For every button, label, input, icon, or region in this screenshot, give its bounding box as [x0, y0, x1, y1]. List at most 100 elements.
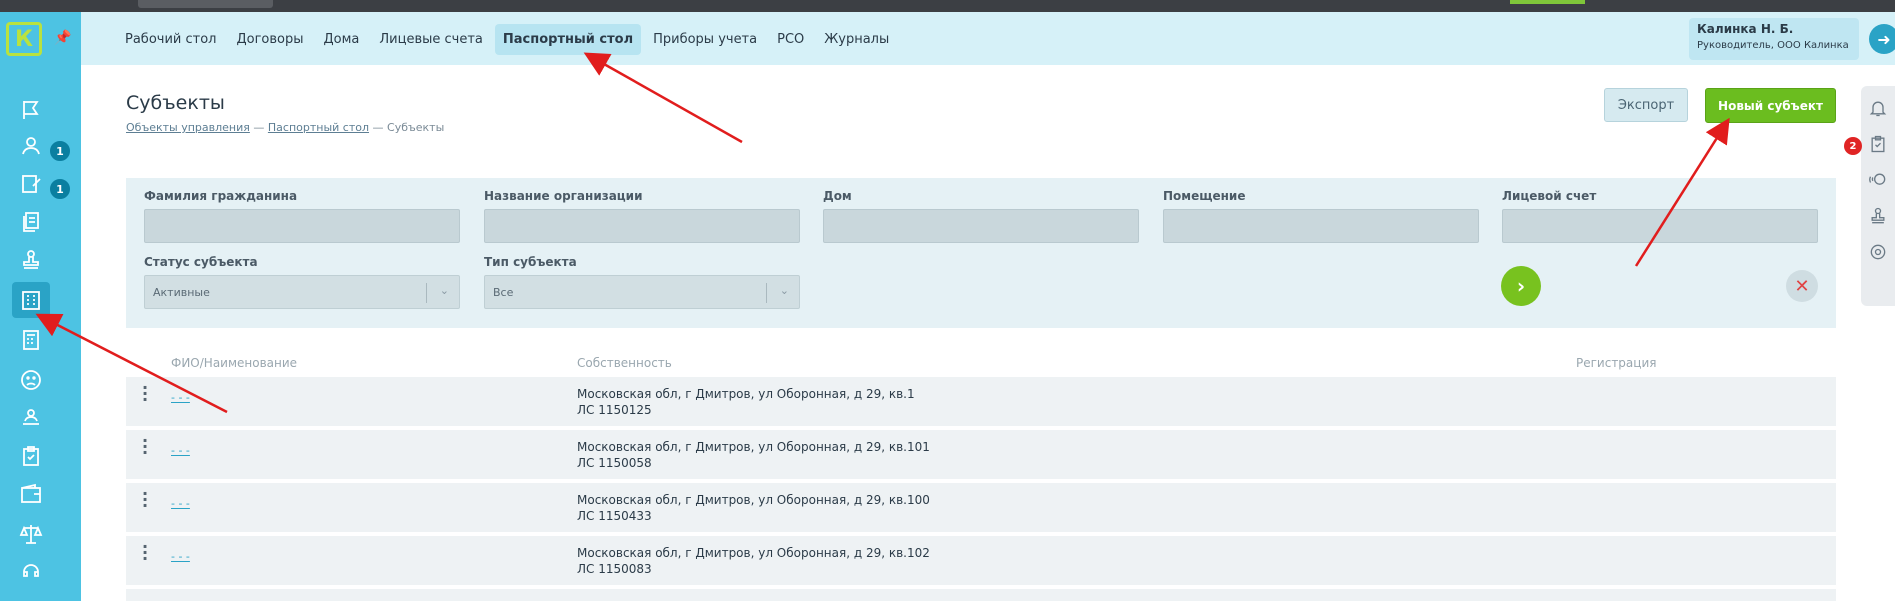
- table-row[interactable]: · · · - - - Московская обл, г Дмитров, ул …: [126, 377, 1836, 426]
- tasks-count-badge: 2: [1844, 137, 1862, 155]
- app-logo[interactable]: К: [6, 22, 42, 56]
- account-line: ЛС 1150125: [577, 403, 652, 417]
- edit-document-icon[interactable]: [12, 166, 50, 202]
- property-address: Московская обл, г Дмитров, ул Оборонная,…: [577, 492, 930, 524]
- chevron-down-icon[interactable]: ⌄: [780, 284, 789, 297]
- users-icon[interactable]: [12, 128, 50, 164]
- clear-filter-button[interactable]: ✕: [1786, 270, 1818, 302]
- new-subject-button[interactable]: Новый субъект: [1705, 88, 1836, 123]
- header-name[interactable]: ФИО/Наименование: [171, 356, 297, 370]
- row-menu-icon[interactable]: · · ·: [142, 539, 148, 567]
- table-row[interactable]: [126, 589, 1836, 601]
- user-role: Руководитель, ООО Калинка: [1697, 40, 1849, 51]
- house-label: Дом: [823, 189, 852, 203]
- page-title: Субъекты: [126, 92, 225, 114]
- subject-name-link[interactable]: - - -: [171, 497, 190, 510]
- chevron-down-icon[interactable]: ⌄: [440, 284, 449, 297]
- people-board-icon[interactable]: [12, 400, 50, 436]
- chevron-right-icon: ›: [1516, 274, 1526, 298]
- export-button[interactable]: Экспорт: [1604, 88, 1688, 122]
- account-line: ЛС 1150058: [577, 456, 652, 470]
- address-line: Московская обл, г Дмитров, ул Оборонная,…: [577, 493, 930, 507]
- annotation-arrow-nav: [583, 52, 743, 144]
- gear-icon[interactable]: [1868, 242, 1888, 262]
- property-address: Московская обл, г Дмитров, ул Оборонная,…: [577, 439, 930, 471]
- account-line: ЛС 1150083: [577, 562, 652, 576]
- user-name: Калинка Н. Б.: [1697, 22, 1794, 36]
- nav-rso[interactable]: РСО: [769, 24, 812, 55]
- address-line: Московская обл, г Дмитров, ул Оборонная,…: [577, 387, 915, 401]
- stamp-icon[interactable]: [12, 242, 50, 278]
- scales-icon[interactable]: [12, 516, 50, 552]
- breadcrumb-passport-office[interactable]: Паспортный стол: [268, 121, 369, 134]
- nav-desktop[interactable]: Рабочий стол: [117, 24, 224, 55]
- bell-icon[interactable]: [1868, 98, 1888, 118]
- address-line: Московская обл, г Дмитров, ул Оборонная,…: [577, 440, 930, 454]
- nav-meters[interactable]: Приборы учета: [645, 24, 765, 55]
- close-icon: ✕: [1794, 275, 1810, 297]
- subject-name-link[interactable]: - - -: [171, 391, 190, 404]
- users-count-badge: 1: [48, 139, 72, 163]
- subject-name-link[interactable]: - - -: [171, 550, 190, 563]
- breadcrumb-management-objects[interactable]: Объекты управления: [126, 121, 250, 134]
- table-row[interactable]: · · · - - - Московская обл, г Дмитров, ул …: [126, 536, 1836, 585]
- breadcrumb-separator: —: [253, 121, 265, 134]
- wallet-icon[interactable]: [12, 476, 50, 512]
- header-registration[interactable]: Регистрация: [1576, 356, 1656, 370]
- nav-journals[interactable]: Журналы: [816, 24, 897, 55]
- status-select[interactable]: Активные ⌄: [144, 275, 460, 309]
- phone-icon[interactable]: [12, 554, 50, 590]
- breadcrumb-subjects: Субъекты: [387, 121, 445, 134]
- surname-label: Фамилия гражданина: [144, 189, 298, 203]
- property-address: Московская обл, г Дмитров, ул Оборонная,…: [577, 545, 930, 577]
- room-label: Помещение: [1163, 189, 1246, 203]
- table-row[interactable]: · · · - - - Московская обл, г Дмитров, ул …: [126, 430, 1836, 479]
- nav-houses[interactable]: Дома: [316, 24, 368, 55]
- surname-input[interactable]: [144, 209, 460, 243]
- sidebar: К 📌 1 1: [0, 12, 81, 601]
- select-divider: [426, 283, 427, 303]
- nav-passport-office[interactable]: Паспортный стол: [494, 24, 642, 55]
- browser-tab[interactable]: [138, 0, 273, 8]
- browser-indicator: [1510, 0, 1585, 4]
- type-select[interactable]: Все ⌄: [484, 275, 800, 309]
- pin-icon[interactable]: 📌: [54, 30, 71, 46]
- documents-icon[interactable]: [12, 204, 50, 240]
- sad-face-icon[interactable]: [12, 362, 50, 398]
- house-input[interactable]: [823, 209, 1139, 243]
- apply-filter-button[interactable]: ›: [1501, 266, 1541, 306]
- status-select-value: Активные: [153, 285, 210, 299]
- clipboard-check-icon[interactable]: [12, 438, 50, 474]
- browser-top-strip: [0, 0, 1895, 12]
- clipboard-icon[interactable]: [1868, 134, 1888, 154]
- account-input[interactable]: [1502, 209, 1818, 243]
- subject-name-link[interactable]: - - -: [171, 444, 190, 457]
- org-label: Название организации: [484, 189, 643, 203]
- stamp-icon[interactable]: [1868, 206, 1888, 226]
- address-line: Московская обл, г Дмитров, ул Оборонная,…: [577, 546, 930, 560]
- top-navigation: Рабочий стол Договоры Дома Лицевые счета…: [81, 12, 1895, 65]
- header-property[interactable]: Собственность: [577, 356, 672, 370]
- org-input[interactable]: [484, 209, 800, 243]
- building-icon[interactable]: [12, 282, 50, 318]
- account-line: ЛС 1150433: [577, 509, 652, 523]
- row-menu-icon[interactable]: · · ·: [142, 433, 148, 461]
- select-divider: [766, 283, 767, 303]
- row-menu-icon[interactable]: · · ·: [142, 486, 148, 514]
- row-menu-icon[interactable]: · · ·: [142, 380, 148, 408]
- nav-accounts[interactable]: Лицевые счета: [371, 24, 491, 55]
- account-label: Лицевой счет: [1502, 189, 1597, 203]
- breadcrumb: Объекты управления — Паспортный стол — С…: [126, 121, 444, 134]
- user-profile[interactable]: Калинка Н. Б. Руководитель, ООО Калинка: [1689, 18, 1859, 60]
- calculator-icon[interactable]: [12, 322, 50, 358]
- breadcrumb-separator: —: [372, 121, 384, 134]
- logout-icon[interactable]: ➜: [1869, 24, 1895, 54]
- table-row[interactable]: · · · - - - Московская обл, г Дмитров, ул …: [126, 483, 1836, 532]
- documents-count-badge: 1: [48, 177, 72, 201]
- type-label: Тип субъекта: [484, 255, 577, 269]
- support-icon[interactable]: [1868, 170, 1888, 190]
- nav-contracts[interactable]: Договоры: [228, 24, 311, 55]
- flag-icon[interactable]: [12, 92, 50, 128]
- status-label: Статус субъекта: [144, 255, 258, 269]
- room-input[interactable]: [1163, 209, 1479, 243]
